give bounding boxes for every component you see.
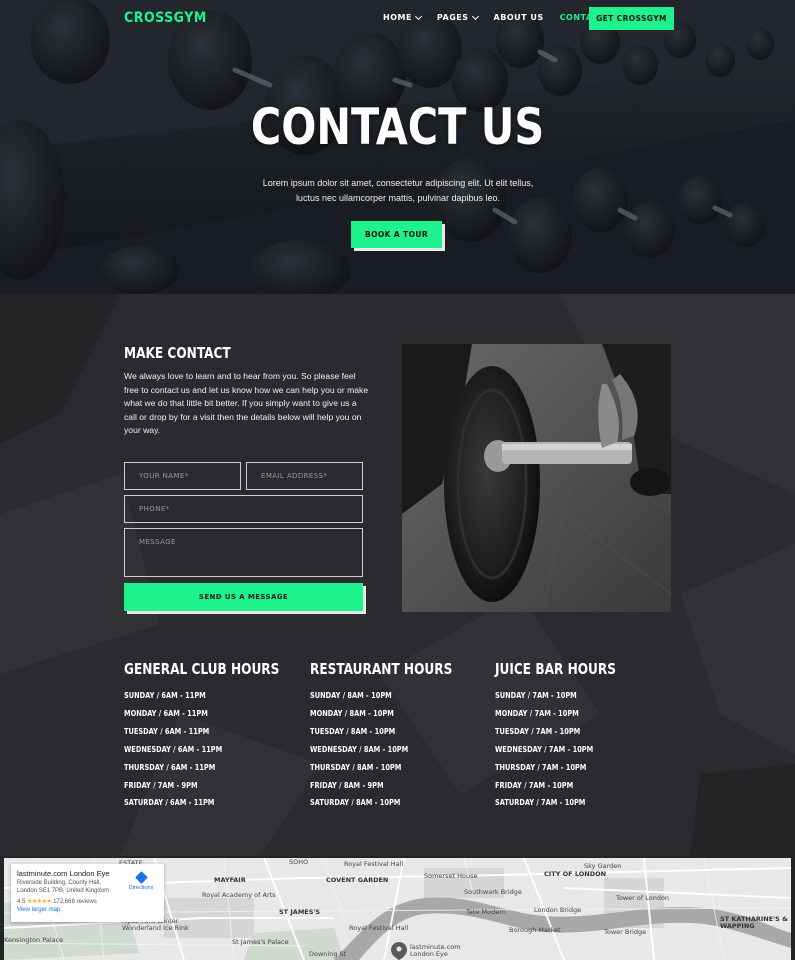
map-label: Tate Modern [466, 908, 506, 916]
hours-title: GENERAL CLUB HOURS [124, 660, 280, 678]
map-label: ST JAMES'S [279, 908, 321, 916]
hours-line: WEDNESDAY / 6AM - 11PM [124, 744, 223, 754]
nav-item-pages[interactable]: PAGES [436, 12, 479, 22]
hours-line: TUESDAY / 7AM - 10PM [495, 726, 581, 736]
directions-label: Directions [128, 885, 154, 891]
name-placeholder: YOUR NAME* [139, 472, 189, 480]
name-field[interactable]: YOUR NAME* [124, 462, 241, 490]
hours-line: TUESDAY / 6AM - 11PM [124, 726, 210, 736]
hours-general-club: GENERAL CLUB HOURS SUNDAY / 6AM - 11PM M… [124, 660, 294, 812]
hours-line: WEDNESDAY / 8AM - 10PM [310, 744, 409, 754]
hours-line: SATURDAY / 8AM - 10PM [310, 798, 401, 808]
message-field[interactable]: MESSAGE [124, 528, 363, 577]
book-a-tour-button[interactable]: BOOK A TOUR [351, 221, 442, 248]
hours-line: THURSDAY / 8AM - 10PM [310, 762, 402, 772]
send-message-button[interactable]: SEND US A MESSAGE [124, 583, 363, 611]
message-placeholder: MESSAGE [139, 538, 176, 546]
hours-line: SUNDAY / 8AM - 10PM [310, 691, 392, 700]
hours-title: JUICE BAR HOURS [495, 660, 617, 678]
review-count[interactable]: 172,668 reviews [53, 899, 97, 905]
phone-field[interactable]: PHONE* [124, 495, 363, 523]
hours-line: THURSDAY / 6AM - 11PM [124, 762, 216, 772]
chevron-down-icon [471, 12, 479, 20]
phone-placeholder: PHONE* [139, 505, 170, 513]
barbell-photo [402, 344, 671, 612]
nav-item-label: ABOUT US [493, 13, 544, 22]
map-label: SOHO [289, 858, 309, 866]
rating-value: 4.5 [17, 899, 26, 905]
map-label: Sky Garden [584, 862, 622, 870]
make-contact-heading: MAKE CONTACT [124, 344, 231, 362]
nav-item-home[interactable]: HOME [383, 12, 422, 22]
map-label: COVENT GARDEN [326, 876, 389, 884]
map-label: CITY OF LONDON [544, 870, 607, 878]
map-label: ST KATHARINE'S & WAPPING [720, 915, 788, 930]
map-label: Downing St [309, 950, 347, 958]
hours-line: MONDAY / 8AM - 10PM [310, 708, 394, 718]
hours-juice-bar: JUICE BAR HOURS SUNDAY / 7AM - 10PM MOND… [495, 660, 665, 812]
place-rating: 4.5 ★★★★★ 172,668 reviews [17, 898, 158, 905]
hours-line: SATURDAY / 7AM - 10PM [495, 798, 586, 808]
map-label: Somerset House [424, 872, 478, 880]
hero-subtitle: Lorem ipsum dolor sit amet, consectetur … [262, 178, 534, 203]
map-label: Southwark Bridge [464, 888, 522, 896]
contact-section: MAKE CONTACT We always love to learn and… [0, 294, 795, 856]
place-address: Riverside Building, County Hall, London … [17, 880, 110, 894]
chevron-down-icon [414, 12, 422, 20]
map-label: St James's Palace [232, 938, 289, 946]
hours-line: SATURDAY / 6AM - 11PM [124, 798, 215, 808]
hours-line: FRIDAY / 8AM - 9PM [310, 780, 384, 790]
map-label: Kensington Palace [4, 936, 64, 944]
get-crossgym-button[interactable]: GET CROSSGYM [589, 7, 674, 30]
hours-line: FRIDAY / 7AM - 9PM [124, 780, 198, 790]
directions-button[interactable]: Directions [128, 871, 154, 891]
map-label: Royal Festival Hall [349, 924, 409, 932]
nav-item-label: HOME [383, 13, 412, 22]
map-label: Tower Bridge [604, 928, 647, 936]
star-rating-icon: ★★★★★ [27, 899, 52, 905]
hours-line: MONDAY / 7AM - 10PM [495, 708, 579, 718]
hours-line: FRIDAY / 7AM - 10PM [495, 780, 574, 790]
map-label: Royal Festival Hall [344, 860, 404, 868]
hero-section: CROSSGYM HOME PAGES ABOUT US CONTACT US … [0, 0, 795, 294]
map-label: Royal Academy of Arts [202, 891, 276, 899]
email-field[interactable]: EMAIL ADDRESS* [246, 462, 363, 490]
hours-line: MONDAY / 6AM - 11PM [124, 708, 208, 718]
map-label: Borough Market [509, 926, 561, 934]
map-pin-label[interactable]: lastminute.com London Eye [410, 944, 470, 958]
hours-line: SUNDAY / 6AM - 11PM [124, 691, 206, 700]
map-label: MAYFAIR [214, 876, 246, 884]
brand-logo[interactable]: CROSSGYM [124, 10, 207, 26]
hours-line: TUESDAY / 8AM - 10PM [310, 726, 396, 736]
email-placeholder: EMAIL ADDRESS* [261, 472, 328, 480]
nav-item-about-us[interactable]: ABOUT US [494, 13, 544, 22]
hours-restaurant: RESTAURANT HOURS SUNDAY / 8AM - 10PM MON… [310, 660, 480, 812]
page-title: CONTACT US [250, 98, 545, 156]
map-label: Tower of London [616, 894, 670, 902]
view-larger-map-link[interactable]: View larger map [17, 907, 158, 913]
hours-title: RESTAURANT HOURS [310, 660, 453, 678]
directions-icon [134, 871, 148, 884]
make-contact-intro: We always love to learn and to hear from… [124, 371, 369, 436]
map-place-card: lastminute.com London Eye Riverside Buil… [11, 864, 164, 922]
nav-item-label: PAGES [436, 13, 469, 22]
hours-line: SUNDAY / 7AM - 10PM [495, 691, 577, 700]
embedded-map[interactable]: ESTATE SOHO Royal Festival Hall Sky Gard… [4, 858, 791, 960]
hours-line: WEDNESDAY / 7AM - 10PM [495, 744, 594, 754]
hours-line: THURSDAY / 7AM - 10PM [495, 762, 587, 772]
map-label: London Bridge [534, 906, 582, 914]
